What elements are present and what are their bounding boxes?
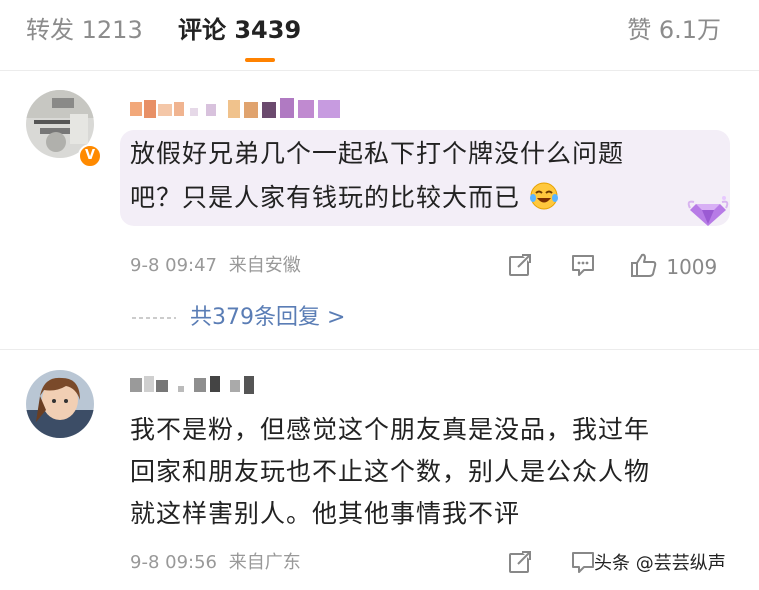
tab-repost-count: 1213 bbox=[81, 16, 143, 44]
watermark-text: 头条 @芸芸纵声 bbox=[594, 548, 744, 580]
active-tab-indicator bbox=[245, 58, 275, 62]
comment-icon bbox=[572, 552, 594, 573]
comment-text-line: 放假好兄弟几个一起私下打个牌没什么问题 bbox=[130, 139, 625, 168]
tab-like[interactable]: 赞 6.1万 bbox=[627, 14, 721, 46]
tab-comment-count: 3439 bbox=[234, 16, 302, 44]
comment-text-line: 我不是粉，但感觉这个朋友真是没品，我过年 bbox=[130, 415, 651, 444]
avatar-image bbox=[26, 370, 94, 438]
comment-button[interactable] bbox=[570, 549, 596, 581]
comment-date: 9-8 09:56 bbox=[130, 552, 217, 573]
tab-repost-label: 转发 bbox=[26, 16, 74, 44]
divider bbox=[0, 70, 759, 71]
username-blurred[interactable] bbox=[130, 98, 350, 120]
tab-like-count: 6.1万 bbox=[658, 16, 721, 44]
username-blurred[interactable] bbox=[130, 374, 270, 396]
comment-text-line: 回家和朋友玩也不止这个数，别人是公众人物 bbox=[130, 457, 651, 486]
comment-meta: 9-8 09:47 来自安徽 bbox=[130, 253, 301, 279]
reply-dash bbox=[132, 317, 176, 319]
like-icon bbox=[631, 253, 657, 277]
like-button[interactable]: 1009 bbox=[630, 252, 717, 280]
comment-date: 9-8 09:47 bbox=[130, 255, 217, 276]
avatar[interactable] bbox=[26, 370, 94, 438]
tab-comment[interactable]: 评论 3439 bbox=[178, 14, 301, 46]
vip-badge-icon: V bbox=[78, 144, 102, 168]
tab-like-label: 赞 bbox=[627, 16, 652, 44]
comment-icon bbox=[572, 255, 594, 276]
tab-comment-label: 评论 bbox=[178, 16, 226, 44]
share-icon bbox=[509, 254, 531, 276]
comment-location: 来自安徽 bbox=[228, 255, 301, 276]
view-replies-link[interactable]: 共379条回复 > bbox=[190, 302, 345, 334]
share-button[interactable] bbox=[507, 252, 533, 284]
like-count: 1009 bbox=[666, 255, 718, 279]
laugh-cry-emoji-icon bbox=[529, 182, 558, 210]
divider bbox=[0, 349, 759, 350]
tab-repost[interactable]: 转发 1213 bbox=[26, 14, 143, 46]
share-icon bbox=[509, 551, 531, 573]
comment-text-line: 吧？只是人家有钱玩的比较大而已 bbox=[130, 180, 559, 216]
diamond-icon bbox=[686, 190, 730, 230]
comment-location: 来自广东 bbox=[228, 552, 301, 573]
comment-tabs: 转发 1213 评论 3439 赞 6.1万 bbox=[0, 0, 759, 70]
comment-button[interactable] bbox=[570, 252, 596, 284]
comment-meta: 9-8 09:56 来自广东 bbox=[130, 550, 301, 576]
comment-text-line-2: 吧？只是人家有钱玩的比较大而已 bbox=[130, 183, 521, 212]
comment-text-line: 就这样害别人。他其他事情我不评 bbox=[130, 499, 521, 528]
share-button[interactable] bbox=[507, 549, 533, 581]
